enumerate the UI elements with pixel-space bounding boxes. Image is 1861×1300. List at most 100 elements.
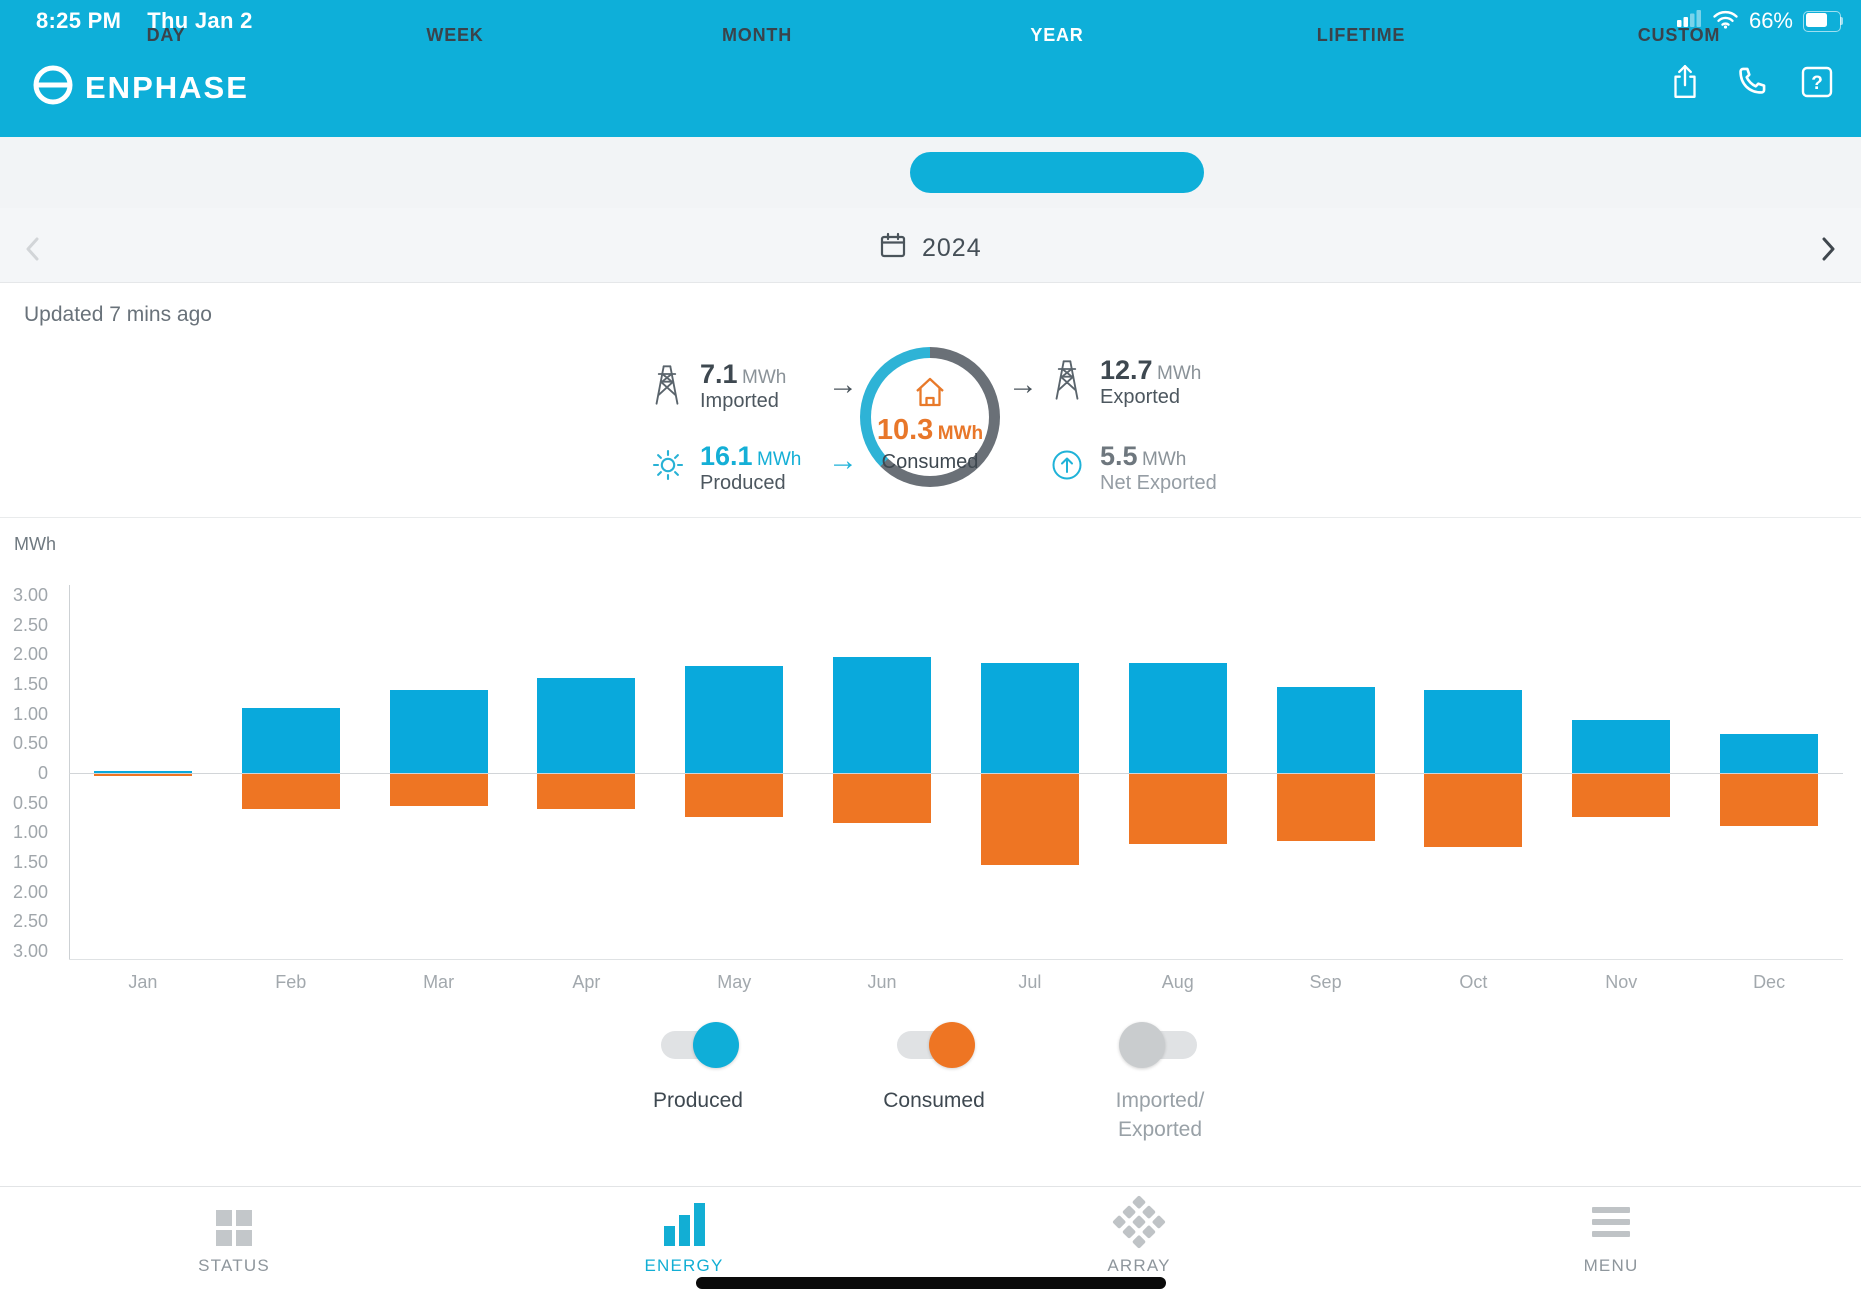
bar-consumed-nov[interactable] <box>1572 773 1670 817</box>
bar-produced-jul[interactable] <box>981 663 1079 773</box>
imported-label: Imported <box>700 390 786 413</box>
year-picker[interactable]: 2024 <box>878 231 982 266</box>
produced-toggle-knob <box>693 1022 739 1068</box>
energy-bars-icon <box>664 1198 705 1246</box>
x-axis-label-apr: Apr <box>513 972 661 993</box>
previous-year-chevron-icon[interactable] <box>18 233 50 265</box>
x-axis-label-may: May <box>660 972 808 993</box>
y-axis-label: 0.50 <box>0 792 48 814</box>
y-axis: 3.002.502.001.501.000.5000.501.001.502.0… <box>0 585 48 959</box>
net-exported-unit: MWh <box>1142 449 1186 470</box>
nav-item-status[interactable]: STATUS <box>164 1198 304 1276</box>
net-exported-summary: 5.5 MWh Net Exported <box>1100 441 1217 495</box>
tab-custom[interactable]: CUSTOM <box>1638 0 1720 71</box>
grid-export-icon <box>1048 358 1086 407</box>
battery-percent: 66% <box>1749 8 1793 34</box>
consumed-value-line: 10.3 MWh <box>877 415 983 450</box>
tab-lifetime[interactable]: LIFETIME <box>1317 0 1405 71</box>
bar-consumed-feb[interactable] <box>242 773 340 809</box>
x-axis-label-aug: Aug <box>1104 972 1252 993</box>
produced-unit: MWh <box>757 449 801 470</box>
help-icon[interactable]: ? <box>1797 62 1837 102</box>
imported-exported-toggle-label: Imported/ Exported <box>1116 1086 1205 1144</box>
x-axis-label-oct: Oct <box>1400 972 1548 993</box>
home-indicator[interactable] <box>696 1277 1166 1289</box>
tab-week[interactable]: WEEK <box>426 0 483 71</box>
bar-consumed-sep[interactable] <box>1277 773 1375 841</box>
brand-logo: ENPHASE <box>30 62 249 113</box>
produced-summary: 16.1 MWh Produced <box>700 441 801 495</box>
brand-name: ENPHASE <box>85 70 249 106</box>
bar-consumed-aug[interactable] <box>1129 773 1227 844</box>
y-axis-label: 1.00 <box>0 703 48 725</box>
bar-consumed-jul[interactable] <box>981 773 1079 865</box>
house-icon <box>908 374 952 415</box>
bar-produced-aug[interactable] <box>1129 663 1227 773</box>
bar-produced-mar[interactable] <box>390 690 488 773</box>
produced-value: 16.1 <box>700 441 753 471</box>
bar-consumed-may[interactable] <box>685 773 783 817</box>
phone-support-icon[interactable] <box>1731 62 1771 102</box>
produced-toggle-label: Produced <box>653 1086 743 1115</box>
y-axis-label: 0.50 <box>0 732 48 754</box>
y-axis-label: 2.00 <box>0 881 48 903</box>
consumed-ring: 10.3 MWh Consumed <box>860 347 1000 487</box>
bar-produced-nov[interactable] <box>1572 720 1670 773</box>
bar-produced-dec[interactable] <box>1720 734 1818 773</box>
nav-label-menu: MENU <box>1584 1256 1639 1276</box>
exported-label: Exported <box>1100 386 1201 409</box>
next-year-chevron-icon[interactable] <box>1812 233 1844 265</box>
nav-item-array[interactable]: ARRAY <box>1069 1198 1209 1276</box>
grid-import-icon <box>648 363 686 412</box>
bar-produced-may[interactable] <box>685 666 783 773</box>
plot-area <box>69 585 1843 959</box>
imported-exported-toggle[interactable] <box>1123 1031 1197 1059</box>
net-exported-label: Net Exported <box>1100 472 1217 495</box>
nav-item-energy[interactable]: ENERGY <box>614 1198 754 1276</box>
consumed-label: Consumed <box>882 451 979 474</box>
import-flow-arrow-icon: → <box>828 370 858 400</box>
bar-consumed-apr[interactable] <box>537 773 635 809</box>
net-exported-icon <box>1050 448 1084 487</box>
bar-produced-jun[interactable] <box>833 657 931 773</box>
y-axis-title: MWh <box>14 534 56 555</box>
exported-unit: MWh <box>1157 363 1201 384</box>
enphase-app: 8:25 PMThu Jan 2 66% <box>0 0 1861 1300</box>
imported-exported-label-line1: Imported/ <box>1116 1086 1205 1115</box>
bar-produced-oct[interactable] <box>1424 690 1522 773</box>
consumed-toggle[interactable] <box>897 1031 971 1059</box>
bar-produced-sep[interactable] <box>1277 687 1375 773</box>
x-axis-line <box>69 959 1843 960</box>
bar-consumed-jun[interactable] <box>833 773 931 823</box>
x-axis-label-sep: Sep <box>1252 972 1400 993</box>
zero-gridline <box>69 773 1843 774</box>
tab-year[interactable]: YEAR <box>1030 0 1083 71</box>
imported-summary: 7.1 MWh Imported <box>700 359 786 413</box>
sun-icon <box>650 447 686 488</box>
selected-tab-pill <box>910 152 1204 193</box>
bar-consumed-oct[interactable] <box>1424 773 1522 847</box>
x-axis-label-feb: Feb <box>217 972 365 993</box>
bar-consumed-mar[interactable] <box>390 773 488 806</box>
imported-exported-toggle-knob <box>1119 1022 1165 1068</box>
nav-item-menu[interactable]: MENU <box>1541 1198 1681 1276</box>
bar-produced-feb[interactable] <box>242 708 340 773</box>
produced-toggle[interactable] <box>661 1031 735 1059</box>
enphase-logo-icon <box>30 62 76 113</box>
x-axis-label-jan: Jan <box>69 972 217 993</box>
y-axis-label: 1.00 <box>0 821 48 843</box>
x-axis-label-jul: Jul <box>956 972 1104 993</box>
tab-day[interactable]: DAY <box>147 0 186 71</box>
tab-month[interactable]: MONTH <box>722 0 792 71</box>
y-axis-label: 2.50 <box>0 910 48 932</box>
clock-time: 8:25 PM <box>36 8 121 33</box>
x-axis-label-dec: Dec <box>1695 972 1843 993</box>
consumed-unit: MWh <box>938 423 983 444</box>
consumed-ring-inner: 10.3 MWh Consumed <box>871 358 989 476</box>
x-axis: JanFebMarAprMayJunJulAugSepOctNovDec <box>69 972 1843 998</box>
consumed-toggle-label: Consumed <box>883 1086 985 1115</box>
bar-consumed-dec[interactable] <box>1720 773 1818 826</box>
consumed-value: 10.3 <box>877 414 933 446</box>
selected-year: 2024 <box>922 234 982 263</box>
bar-produced-apr[interactable] <box>537 678 635 773</box>
